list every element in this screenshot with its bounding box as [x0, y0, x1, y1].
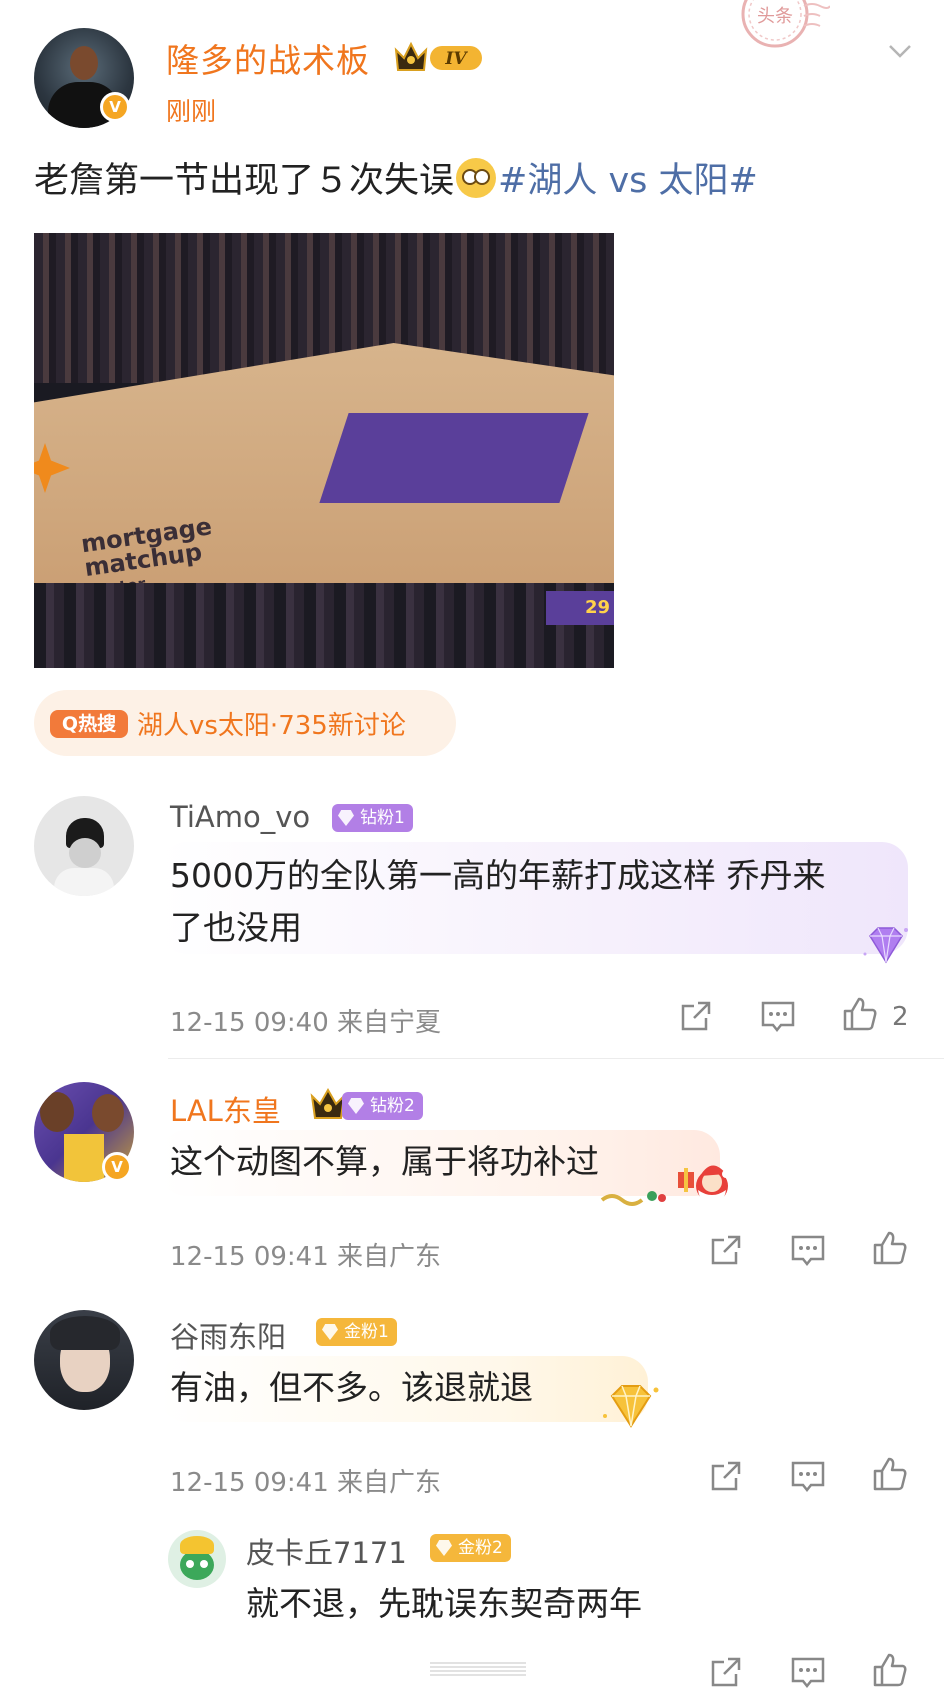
post-text: 老詹第一节出现了５次失误 #湖人 vs 太阳#	[34, 152, 758, 203]
reply-author[interactable]: 皮卡丘7171	[246, 1530, 407, 1572]
comment-text: 5000万的全队第一高的年薪打成这样 乔丹来 了也没用	[170, 856, 826, 947]
share-icon[interactable]	[678, 998, 714, 1034]
avatar-head	[70, 46, 98, 80]
comment-icon[interactable]	[790, 1232, 826, 1268]
comment-icon[interactable]	[790, 1458, 826, 1494]
share-icon[interactable]	[708, 1458, 744, 1494]
share-icon[interactable]	[708, 1654, 744, 1690]
comment-author[interactable]: LAL东皇	[170, 1088, 281, 1130]
post-video[interactable]: mortgage matchup center 29	[34, 233, 614, 668]
post-time: 刚刚	[166, 97, 217, 126]
fan-badge: 金粉2	[430, 1534, 511, 1562]
fan-badge: 钻粉2	[342, 1092, 423, 1120]
reply-avatar[interactable]	[168, 1530, 226, 1588]
comment-author[interactable]: 谷雨东阳	[170, 1314, 286, 1356]
comment-avatar[interactable]	[34, 1310, 134, 1410]
comment-meta: 12-15 09:41 来自广东	[170, 1468, 442, 1498]
fan-badge: 金粉1	[316, 1318, 397, 1346]
like-icon[interactable]	[872, 1456, 908, 1492]
gold-gem-icon	[436, 1540, 452, 1556]
fan-badge: 钻粉1	[332, 804, 413, 832]
dizzy-face-emoji-icon	[456, 158, 497, 198]
video-paint	[319, 413, 589, 503]
diamond-decoration-icon	[863, 927, 908, 964]
gold-gem-icon	[322, 1324, 338, 1340]
diamond-icon	[338, 810, 354, 826]
hot-search-tag: Q热搜	[50, 710, 128, 738]
gold-gem-decoration-icon	[603, 1385, 659, 1428]
comment-avatar[interactable]	[34, 796, 134, 896]
comment-meta: 12-15 09:40 来自宁夏	[170, 1008, 442, 1038]
comment-meta: 12-15 09:41 来自广东	[170, 1242, 442, 1272]
hot-search-text[interactable]: 湖人vs太阳·735新讨论	[137, 705, 406, 742]
post-text-body: 老詹第一节出现了５次失误	[34, 161, 455, 201]
verified-icon: V	[100, 92, 130, 122]
comment-text: 有油，但不多。该退就退	[170, 1368, 533, 1407]
chevron-down-icon[interactable]	[888, 44, 912, 58]
crown-icon	[310, 1088, 346, 1119]
level-text: IV	[444, 49, 468, 69]
like-icon[interactable]	[872, 1230, 908, 1266]
video-crowd-bottom	[34, 583, 614, 668]
reply-text: 就不退，先耽误东契奇两年	[246, 1584, 642, 1623]
diamond-icon	[348, 1098, 364, 1114]
like-count: 2	[892, 1002, 909, 1032]
comment-icon[interactable]	[790, 1654, 826, 1690]
comment-divider	[168, 1058, 944, 1059]
hashtag-link[interactable]: #湖人 vs 太阳#	[498, 161, 758, 201]
santa-decoration-icon	[600, 1165, 730, 1206]
verified-icon: V	[102, 1152, 132, 1182]
like-icon[interactable]	[872, 1652, 908, 1688]
svg-text:头条: 头条	[757, 6, 793, 27]
blur-placeholder	[430, 1662, 526, 1676]
share-icon[interactable]	[708, 1232, 744, 1268]
comment-icon[interactable]	[760, 998, 796, 1034]
crown-level-badge: IV	[394, 41, 482, 71]
like-icon[interactable]	[842, 996, 878, 1032]
author-name[interactable]: 隆多的战术板	[166, 34, 370, 82]
video-scorebug: 29	[546, 591, 614, 625]
stamp-icon: 头条	[741, 0, 830, 48]
comment-text: 这个动图不算，属于将功补过	[170, 1142, 599, 1181]
comment-author[interactable]: TiAmo_vo	[170, 800, 310, 834]
